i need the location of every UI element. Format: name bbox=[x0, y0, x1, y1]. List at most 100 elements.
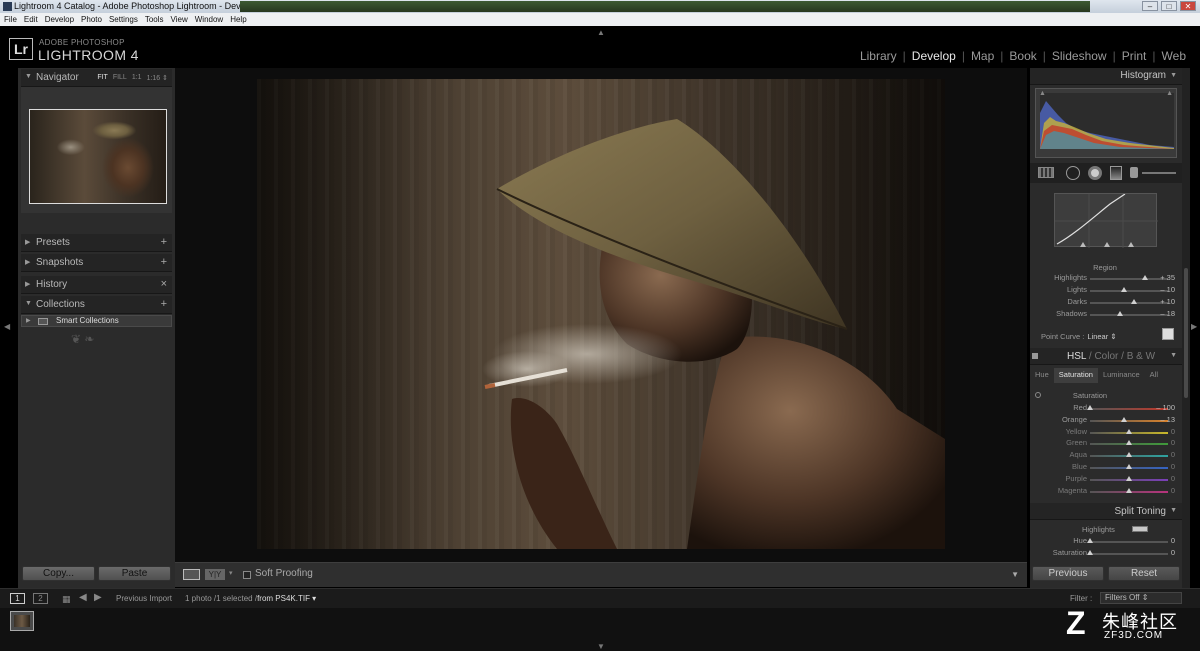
slider-handle[interactable] bbox=[1087, 405, 1093, 410]
slider-handle[interactable] bbox=[1087, 550, 1093, 555]
slider-track[interactable] bbox=[1090, 314, 1168, 316]
tab-all[interactable]: All bbox=[1145, 368, 1163, 383]
slider-value[interactable]: – 10 bbox=[1160, 285, 1175, 294]
slider-value[interactable]: 0 bbox=[1171, 427, 1175, 436]
grid-view-icon[interactable]: ▦ bbox=[62, 594, 71, 605]
previous-button[interactable]: Previous bbox=[1032, 566, 1104, 581]
slider-handle[interactable] bbox=[1121, 287, 1127, 292]
slider-purple[interactable]: Purple 0 bbox=[1030, 474, 1182, 486]
slider-value[interactable]: 0 bbox=[1171, 536, 1175, 545]
slider-value[interactable]: 0 bbox=[1171, 438, 1175, 447]
bottom-panel-toggle-icon[interactable]: ▼ bbox=[597, 642, 605, 651]
crop-tool-icon[interactable] bbox=[1038, 167, 1054, 178]
zoom-fit[interactable]: FIT bbox=[97, 74, 108, 82]
module-print[interactable]: Print bbox=[1116, 49, 1153, 63]
navigator-thumbnail[interactable] bbox=[29, 109, 167, 204]
slider-handle[interactable] bbox=[1126, 475, 1132, 481]
slider-blue[interactable]: Blue 0 bbox=[1030, 462, 1182, 474]
slider-value[interactable]: – 13 bbox=[1160, 415, 1175, 424]
tab-hue[interactable]: Hue bbox=[1030, 368, 1054, 383]
main-photo[interactable] bbox=[257, 79, 945, 549]
slider-handle[interactable] bbox=[1126, 464, 1132, 469]
snapshots-header[interactable]: ▶ Snapshots + bbox=[21, 254, 172, 272]
tab-luminance[interactable]: Luminance bbox=[1098, 368, 1145, 383]
slider-handle[interactable] bbox=[1131, 299, 1137, 304]
slider-track[interactable] bbox=[1090, 290, 1168, 292]
scrollbar-thumb[interactable] bbox=[1184, 268, 1188, 398]
slider-value[interactable]: 0 bbox=[1171, 486, 1175, 495]
loupe-view-icon[interactable] bbox=[183, 569, 200, 580]
slider-value[interactable]: 0 bbox=[1171, 548, 1175, 557]
left-panel-toggle-icon[interactable]: ◀ bbox=[4, 322, 10, 331]
right-panel-toggle-icon[interactable]: ▶ bbox=[1191, 322, 1197, 331]
slider-handle[interactable] bbox=[1126, 452, 1132, 458]
shadow-clipping-icon[interactable]: ▲ bbox=[1039, 90, 1046, 97]
zoom-fill[interactable]: FILL bbox=[113, 74, 127, 82]
slider-handle[interactable] bbox=[1126, 487, 1132, 493]
menu-settings[interactable]: Settings bbox=[109, 13, 138, 26]
menu-edit[interactable]: Edit bbox=[24, 13, 38, 26]
add-collection-icon[interactable]: + bbox=[161, 298, 167, 310]
tab-bw[interactable]: B & W bbox=[1127, 351, 1155, 362]
slider-green[interactable]: Green 0 bbox=[1030, 438, 1182, 450]
slider-value[interactable]: + 35 bbox=[1160, 273, 1175, 282]
filter-select[interactable]: Filters Off ⇕ bbox=[1100, 592, 1182, 604]
tab-hsl[interactable]: HSL bbox=[1067, 351, 1086, 362]
menu-help[interactable]: Help bbox=[230, 13, 246, 26]
menu-tools[interactable]: Tools bbox=[145, 13, 164, 26]
tab-saturation[interactable]: Saturation bbox=[1053, 368, 1098, 383]
history-header[interactable]: ▶ History × bbox=[21, 276, 172, 294]
slider-handle[interactable] bbox=[1117, 311, 1123, 316]
clear-history-icon[interactable]: × bbox=[161, 278, 167, 290]
hsl-header[interactable]: HSL / Color / B & W ▼ bbox=[1030, 348, 1182, 365]
slider-handle[interactable] bbox=[1121, 416, 1127, 422]
slider-highlights[interactable]: Highlights + 35 bbox=[1030, 273, 1182, 285]
soft-proofing-checkbox[interactable] bbox=[243, 571, 251, 579]
collection-item-smart-collections[interactable]: ▶ Smart Collections bbox=[21, 315, 172, 327]
slider-shadows[interactable]: Shadows – 18 bbox=[1030, 309, 1182, 321]
slider-saturation[interactable]: Saturation 0 bbox=[1030, 548, 1182, 560]
adjustment-brush-icon[interactable] bbox=[1130, 167, 1138, 178]
presets-header[interactable]: ▶ Presets + bbox=[21, 234, 172, 252]
slider-value[interactable]: – 100 bbox=[1156, 403, 1175, 412]
slider-value[interactable]: 0 bbox=[1171, 474, 1175, 483]
slider-track[interactable] bbox=[1090, 541, 1168, 543]
slider-darks[interactable]: Darks + 10 bbox=[1030, 297, 1182, 309]
slider-value[interactable]: 0 bbox=[1171, 462, 1175, 471]
slider-handle[interactable] bbox=[1087, 538, 1093, 543]
top-panel-toggle-icon[interactable]: ▲ bbox=[597, 28, 605, 37]
slider-track[interactable] bbox=[1090, 553, 1168, 555]
filmstrip-thumbnail[interactable] bbox=[10, 611, 34, 631]
slider-orange[interactable]: Orange – 13 bbox=[1030, 415, 1182, 427]
targeted-adjustment-icon[interactable] bbox=[1162, 328, 1174, 340]
brush-size-slider[interactable] bbox=[1142, 172, 1176, 174]
tone-curve-graph[interactable] bbox=[1054, 193, 1158, 248]
right-panel-scrollbar[interactable] bbox=[1182, 68, 1190, 588]
copy-button[interactable]: Copy... bbox=[22, 566, 95, 581]
tab-color[interactable]: Color bbox=[1094, 351, 1118, 362]
module-web[interactable]: Web bbox=[1156, 49, 1192, 63]
maximize-button[interactable]: □ bbox=[1161, 1, 1177, 11]
slider-aqua[interactable]: Aqua 0 bbox=[1030, 450, 1182, 462]
selected-filename[interactable]: from PS4K.TIF ▾ bbox=[257, 594, 316, 603]
slider-red[interactable]: Red – 100 bbox=[1030, 403, 1182, 415]
split-toning-header[interactable]: Split Toning ▼ bbox=[1030, 503, 1182, 520]
spot-removal-icon[interactable] bbox=[1066, 166, 1080, 180]
slider-value[interactable]: 0 bbox=[1171, 450, 1175, 459]
toolbar-content-menu-icon[interactable]: ▼ bbox=[1011, 570, 1019, 579]
menu-develop[interactable]: Develop bbox=[45, 13, 74, 26]
add-preset-icon[interactable]: + bbox=[161, 236, 167, 248]
slider-magenta[interactable]: Magenta 0 bbox=[1030, 486, 1182, 498]
module-slideshow[interactable]: Slideshow bbox=[1046, 49, 1113, 63]
module-library[interactable]: Library bbox=[854, 49, 903, 63]
histogram[interactable]: ▲ ▲ bbox=[1035, 88, 1177, 158]
navigator-header[interactable]: ▼ Navigator FIT FILL 1:1 1:16 ⇕ bbox=[21, 69, 172, 87]
main-window-button[interactable]: 1 bbox=[10, 593, 25, 604]
highlights-color-swatch[interactable] bbox=[1132, 526, 1148, 532]
graduated-filter-icon[interactable] bbox=[1110, 166, 1122, 180]
slider-handle[interactable] bbox=[1142, 275, 1148, 280]
slider-value[interactable]: – 18 bbox=[1160, 309, 1175, 318]
slider-track[interactable] bbox=[1090, 302, 1168, 304]
slider-handle[interactable] bbox=[1126, 440, 1132, 446]
slider-yellow[interactable]: Yellow 0 bbox=[1030, 427, 1182, 439]
